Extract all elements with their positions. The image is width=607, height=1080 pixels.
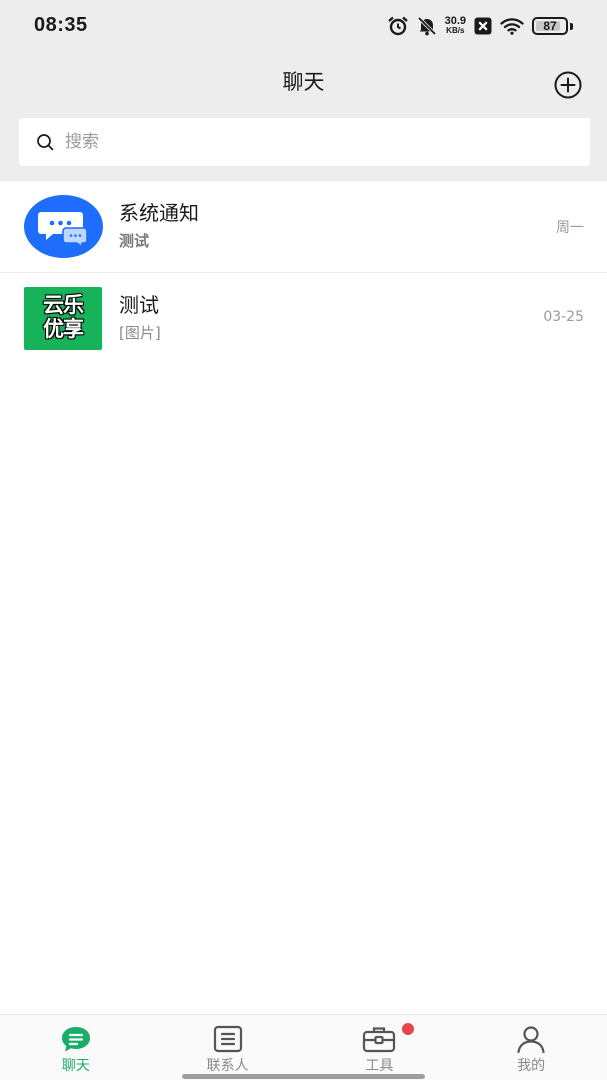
tab-me[interactable]: 我的 [455, 1015, 607, 1080]
status-icons: 30.9 KB/s 87 [387, 14, 573, 38]
tab-label: 工具 [365, 1058, 394, 1074]
tab-label: 我的 [517, 1058, 546, 1074]
chat-item-test[interactable]: 云乐 优享 测试 [图片] 03-25 [0, 272, 607, 363]
toolbox-icon [363, 1027, 396, 1053]
alarm-icon [387, 16, 408, 36]
chat-bubble-icon [61, 1027, 90, 1052]
app-logo-line-2: 优享 [43, 317, 84, 341]
battery-icon: 87 [532, 17, 568, 35]
chat-item-system-notice[interactable]: 系统通知 测试 周一 [0, 181, 607, 272]
tab-tools[interactable]: 工具 [304, 1015, 456, 1080]
net-speed-value: 30.9 [444, 15, 466, 27]
tools-badge-dot [401, 1023, 414, 1035]
status-time: 08:35 [34, 14, 88, 36]
mute-icon [417, 16, 436, 36]
chat-list: 系统通知 测试 周一 云乐 优享 测试 [图片] 03-25 [0, 181, 607, 363]
net-speed: 30.9 KB/s [444, 15, 466, 36]
chat-preview: [图片] [119, 324, 161, 342]
chat-name: 测试 [119, 293, 159, 317]
tab-label: 联系人 [206, 1058, 249, 1074]
tab-label: 聊天 [61, 1058, 90, 1074]
system-notice-avatar [24, 195, 103, 258]
contacts-list-icon [213, 1025, 242, 1053]
battery-level: 87 [543, 19, 557, 33]
tab-contacts[interactable]: 联系人 [152, 1015, 304, 1080]
person-icon [517, 1026, 545, 1053]
search-bar[interactable] [19, 118, 590, 166]
app-logo-avatar: 云乐 优享 [24, 287, 102, 350]
app-logo-line-1: 云乐 [43, 293, 84, 317]
search-input[interactable] [65, 132, 545, 152]
add-button[interactable] [553, 70, 583, 100]
app-logo-text: 云乐 优享 [24, 293, 102, 341]
net-speed-unit: KB/s [446, 26, 465, 35]
chat-time: 周一 [556, 220, 584, 236]
tab-chat[interactable]: 聊天 [0, 1015, 152, 1080]
status-bar: 08:35 30.9 KB/s 87 [0, 0, 607, 52]
tab-bar: 聊天 联系人 工具 我的 [0, 1014, 607, 1080]
search-icon [37, 133, 54, 150]
battery-tip [570, 22, 573, 30]
chat-name: 系统通知 [119, 201, 199, 225]
wifi-icon [500, 18, 524, 35]
home-indicator[interactable] [182, 1074, 425, 1079]
chat-preview: 测试 [119, 232, 150, 250]
message-bubble-icon [38, 212, 88, 249]
chat-time: 03-25 [543, 309, 584, 325]
page-title: 聊天 [282, 70, 325, 94]
close-box-icon [474, 17, 492, 35]
